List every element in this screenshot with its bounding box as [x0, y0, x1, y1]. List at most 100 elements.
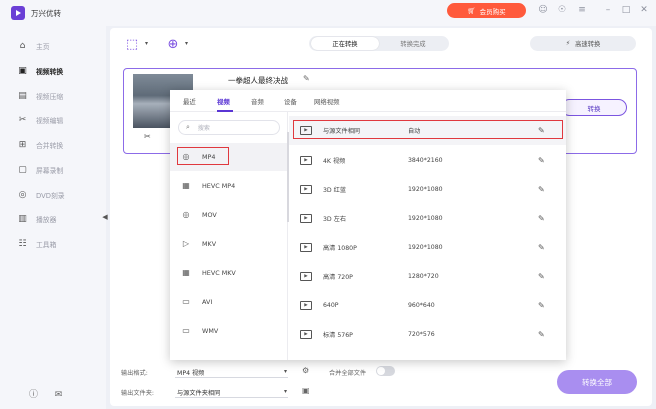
format-label: MOV [202, 211, 217, 219]
output-folder-label: 输出文件夹: [121, 390, 155, 397]
sidebar-item-toolbox[interactable]: ☷ 工具箱 [0, 232, 106, 256]
format-label: HEVC MKV [202, 269, 236, 277]
add-media-icon[interactable]: ⊕ [165, 37, 181, 53]
add-file-icon[interactable]: ⬚ [124, 37, 140, 53]
edit-icon[interactable]: ✎ [538, 243, 545, 252]
menu-icon[interactable]: ≡ [576, 4, 588, 16]
mov-icon: ◎ [182, 210, 190, 219]
tab-converting[interactable]: 正在转换 [311, 37, 379, 50]
mp4-highlight-box [177, 147, 229, 165]
merge-icon: ⊞ [18, 139, 27, 150]
tab-device[interactable]: 设备 [284, 97, 297, 106]
tab-video[interactable]: 视频 [217, 97, 230, 106]
sidebar-item-label: 播放器 [36, 216, 57, 224]
sidebar-item-video-convert[interactable]: ▣ 视频转换 [0, 59, 106, 83]
sidebar-item-home[interactable]: ⌂ 主页 [0, 34, 106, 58]
format-label: AVI [202, 298, 213, 306]
preset-row[interactable]: ▶ 高清 720P 1280*720 ✎ [289, 262, 566, 291]
fast-convert-label: 高速转换 [575, 41, 601, 48]
edit-icon[interactable]: ✎ [538, 272, 545, 281]
sidebar-item-label: 视频编辑 [36, 117, 64, 125]
video-preset-icon: ▶ [300, 243, 312, 252]
edit-icon[interactable]: ✎ [538, 156, 545, 165]
tab-done[interactable]: 转换完成 [379, 37, 447, 50]
status-tabs: 正在转换 转换完成 [309, 36, 449, 51]
chevron-down-icon[interactable]: ▾ [185, 40, 188, 47]
user-icon[interactable]: ☺ [537, 4, 549, 16]
format-search-input[interactable]: ⌕ 搜索 [178, 120, 280, 135]
mkv-icon: ▷ [182, 239, 190, 248]
preset-row[interactable]: ▶ 标清 576P 720*576 ✎ [289, 320, 566, 349]
compress-icon: ▤ [18, 90, 27, 101]
sidebar-item-merge[interactable]: ⊞ 合并转换 [0, 133, 106, 157]
cart-icon: 🛒︎ [467, 6, 476, 15]
headset-icon[interactable]: ☉ [556, 4, 568, 16]
preset-list: ▶ 与源文件相同 自动 ✎ ▶ 4K 视频 3840*2160 ✎ ▶ 3D 红… [289, 112, 566, 360]
output-format-select[interactable]: MP4 视频 [177, 368, 204, 377]
player-icon: ▥ [18, 213, 27, 224]
merge-toggle[interactable] [376, 366, 395, 376]
format-item-hevc-mkv[interactable]: ▦ HEVC MKV [170, 259, 288, 287]
preset-name: 标清 576P [323, 332, 353, 339]
convert-button[interactable]: 转换 [561, 99, 627, 116]
format-item-hevc-mp4[interactable]: ▦ HEVC MP4 [170, 172, 288, 200]
sidebar-item-edit[interactable]: ✂ 视频编辑 [0, 108, 106, 132]
preset-row[interactable]: ▶ 3D 左右 1920*1080 ✎ [289, 204, 566, 233]
format-item-wmv[interactable]: ▭ WMV [170, 317, 288, 345]
fast-convert-button[interactable]: ⚡︎ 高速转换 [530, 36, 636, 51]
preset-name: 高清 1080P [323, 245, 357, 252]
help-icon[interactable]: ⓘ [28, 390, 39, 401]
disc-icon: ◎ [18, 189, 27, 200]
output-folder-underline [175, 397, 288, 398]
format-label: WMV [202, 327, 219, 335]
feedback-icon[interactable]: ✉ [53, 390, 64, 401]
merge-label: 合并全部文件 [329, 370, 367, 377]
tab-recent[interactable]: 最近 [183, 97, 196, 106]
convert-all-button[interactable]: 转换全部 [557, 370, 637, 394]
buy-label: 会员购买 [479, 7, 506, 16]
collapse-sidebar-icon[interactable]: ◀ [101, 213, 109, 227]
preset-resolution: 960*640 [408, 302, 435, 309]
close-icon[interactable]: ✕ [638, 4, 650, 16]
minimize-icon[interactable]: – [602, 4, 614, 16]
sidebar-item-player[interactable]: ▥ 播放器 [0, 207, 106, 231]
edit-icon[interactable]: ✎ [303, 74, 310, 83]
chevron-down-icon[interactable]: ▾ [145, 40, 148, 47]
folder-icon[interactable]: ▣ [302, 386, 310, 395]
preset-name: 4K 视频 [323, 158, 346, 165]
format-item-mkv[interactable]: ▷ MKV [170, 230, 288, 258]
avi-icon: ▭ [182, 297, 190, 306]
file-title: 一拳超人最终决战 [228, 76, 288, 85]
sidebar-item-compress[interactable]: ▤ 视频压缩 [0, 84, 106, 108]
video-preset-icon: ▶ [300, 156, 312, 165]
chevron-down-icon[interactable]: ▾ [284, 388, 287, 395]
sidebar-item-dvd[interactable]: ◎ DVD刻录 [0, 183, 106, 207]
preset-row[interactable]: ▶ 640P 960*640 ✎ [289, 291, 566, 320]
tab-web-video[interactable]: 网络视频 [314, 97, 340, 106]
preset-resolution: 1920*1080 [408, 244, 443, 251]
tab-audio[interactable]: 音频 [251, 97, 264, 106]
sidebar-item-record[interactable]: ▢ 屏幕录制 [0, 158, 106, 182]
edit-icon[interactable]: ✎ [538, 185, 545, 194]
format-item-avi[interactable]: ▭ AVI [170, 288, 288, 316]
edit-icon[interactable]: ✎ [538, 214, 545, 223]
format-item-mov[interactable]: ◎ MOV [170, 201, 288, 229]
output-folder-select[interactable]: 与源文件夹相同 [177, 388, 220, 397]
video-preset-icon: ▶ [300, 301, 312, 310]
hevc-icon: ▦ [182, 268, 190, 277]
preset-row[interactable]: ▶ 3D 红蓝 1920*1080 ✎ [289, 175, 566, 204]
scissors-icon[interactable]: ✂ [144, 132, 151, 141]
preset-row[interactable]: ▶ 高清 1080P 1920*1080 ✎ [289, 233, 566, 262]
home-icon: ⌂ [19, 40, 26, 51]
edit-icon[interactable]: ✎ [538, 301, 545, 310]
app-logo-icon [11, 6, 25, 20]
buy-button[interactable]: 🛒︎ 会员购买 [447, 3, 526, 18]
settings-icon[interactable]: ⚙ [302, 366, 309, 375]
edit-icon[interactable]: ✎ [538, 330, 545, 339]
format-tabs: 最近 视频 音频 设备 网络视频 [170, 90, 566, 112]
preset-row[interactable]: ▶ 4K 视频 3840*2160 ✎ [289, 146, 566, 175]
video-preset-icon: ▶ [300, 214, 312, 223]
output-format-label: 输出格式: [121, 370, 148, 377]
chevron-down-icon[interactable]: ▾ [284, 368, 287, 375]
maximize-icon[interactable]: □ [620, 4, 632, 16]
